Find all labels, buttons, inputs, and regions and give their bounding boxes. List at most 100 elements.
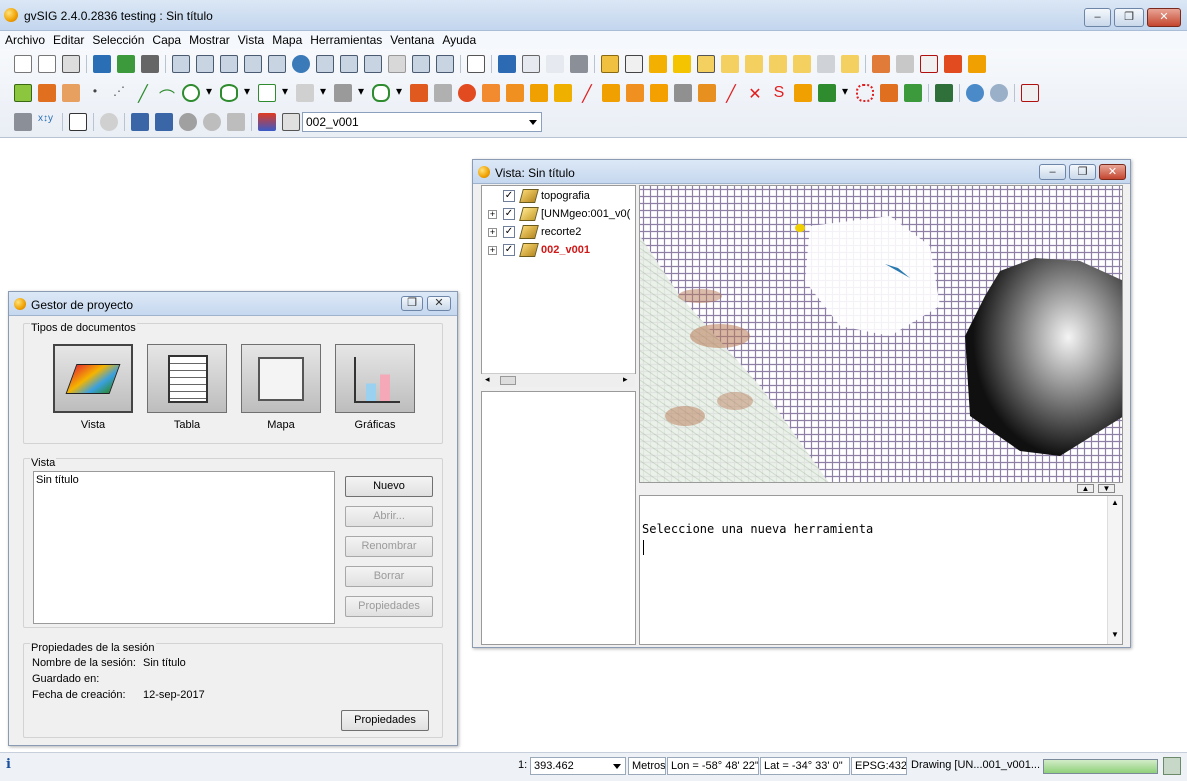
stretch-icon[interactable] [698, 84, 716, 102]
measure-distance-icon[interactable] [546, 55, 564, 73]
zoom-in-icon[interactable] [196, 55, 214, 73]
report-icon[interactable] [1021, 84, 1039, 102]
disabled-image-icon[interactable] [227, 113, 245, 131]
coordinate-tool-icon[interactable] [14, 113, 32, 131]
scroll-right-icon[interactable]: ▸ [623, 374, 628, 385]
refresh-icon[interactable] [179, 113, 197, 131]
layer-visibility-checkbox[interactable]: ✓ [503, 190, 515, 202]
chevron-down-icon[interactable]: ▾ [320, 84, 328, 102]
script-icon[interactable] [69, 113, 87, 131]
menu-capa[interactable]: Capa [147, 31, 184, 48]
minimize-button[interactable]: – [1084, 8, 1111, 27]
join-icon[interactable] [530, 84, 548, 102]
arc-tool-icon[interactable]: ⌒ [158, 84, 176, 107]
chevron-down-icon[interactable]: ▾ [282, 84, 290, 102]
scroll-left-icon[interactable]: ◂ [485, 374, 490, 385]
ellipse-tool-icon[interactable] [220, 84, 238, 102]
doc-type-tabla-button[interactable] [147, 344, 227, 413]
autopolygon-icon[interactable] [856, 84, 874, 102]
scroll-thumb[interactable] [500, 376, 516, 385]
menu-herramientas[interactable]: Herramientas [305, 31, 385, 48]
zoom-center-icon[interactable] [412, 55, 430, 73]
rotate-icon[interactable] [506, 84, 524, 102]
zoom-plus-icon[interactable] [244, 55, 262, 73]
zoom-minus-icon[interactable] [268, 55, 286, 73]
split-icon[interactable] [554, 84, 572, 102]
layers-edit-icon[interactable] [155, 113, 173, 131]
scale-combo[interactable]: 393.462 [530, 757, 626, 775]
map-canvas[interactable] [639, 185, 1123, 483]
zoom-out-icon[interactable] [220, 55, 238, 73]
zoom-full-icon[interactable] [292, 55, 310, 73]
multipoint-tool-icon[interactable]: ⋰ [110, 84, 128, 102]
add-layer-icon[interactable] [117, 55, 135, 73]
document-list[interactable]: Sin título [33, 471, 335, 624]
menu-archivo[interactable]: Archivo [0, 31, 48, 48]
zoom-select-icon[interactable] [316, 55, 334, 73]
hyperlink-icon[interactable] [570, 55, 588, 73]
measure-area-icon[interactable] [522, 55, 540, 73]
line-tool-icon[interactable]: ╱ [134, 84, 152, 103]
delete-geometry-icon[interactable] [62, 84, 80, 102]
doc-type-graficas-button[interactable] [335, 344, 415, 413]
info-icon[interactable]: i [6, 757, 11, 772]
tree-expand-icon[interactable]: + [488, 227, 497, 237]
menu-vista[interactable]: Vista [233, 31, 267, 48]
propiedades-doc-button[interactable]: Propiedades [345, 596, 433, 617]
toc-layer-row-active[interactable]: + ✓ 002_v001 [488, 242, 590, 258]
polyline-tool-icon[interactable] [258, 84, 276, 102]
menu-mostrar[interactable]: Mostrar [184, 31, 233, 48]
select-buffer-icon[interactable] [745, 55, 763, 73]
toc-horizontal-scrollbar[interactable]: ◂ ▸ [482, 373, 635, 387]
menu-seleccion[interactable]: Selección [87, 31, 147, 48]
layer-visibility-checkbox[interactable]: ✓ [503, 208, 515, 220]
project-manager-restore-button[interactable]: ❐ [401, 296, 423, 311]
chevron-down-icon[interactable]: ▾ [396, 84, 404, 102]
view-close-button[interactable]: ✕ [1099, 164, 1126, 180]
rectangle-tool-icon[interactable] [334, 84, 352, 102]
menu-editar[interactable]: Editar [48, 31, 87, 48]
grid-icon[interactable] [818, 84, 836, 102]
chevron-down-icon[interactable]: ▾ [842, 84, 850, 102]
pan-icon[interactable] [172, 55, 190, 73]
layer-list-icon[interactable] [282, 113, 300, 131]
undo-icon[interactable] [872, 55, 890, 73]
database-settings-icon[interactable] [990, 84, 1008, 102]
doc-type-vista-button[interactable] [53, 344, 133, 413]
circle-tool-icon[interactable] [182, 84, 200, 102]
spline-tool-icon[interactable] [372, 84, 390, 102]
renombrar-button[interactable]: Renombrar [345, 536, 433, 557]
scale-icon[interactable] [602, 84, 620, 102]
locator-map[interactable] [481, 391, 636, 645]
copy-icon[interactable] [920, 55, 938, 73]
point-tool-icon[interactable]: • [86, 84, 104, 102]
view-maximize-button[interactable]: ❐ [1069, 164, 1096, 180]
select-circle-icon[interactable] [721, 55, 739, 73]
session-properties-button[interactable]: Propiedades [341, 710, 429, 731]
paste-icon[interactable] [944, 55, 962, 73]
scroll-down-icon[interactable]: ▼ [1111, 630, 1119, 639]
select-by-polygon-icon[interactable] [673, 55, 691, 73]
edit-vertex-icon[interactable] [38, 84, 56, 102]
polygon-tool-icon[interactable] [296, 84, 314, 102]
close-button[interactable]: ✕ [1147, 8, 1181, 27]
toc-layer-row[interactable]: ✓ topografia [488, 188, 590, 204]
copy-geometry-icon[interactable] [650, 84, 668, 102]
explode-icon[interactable] [458, 84, 476, 102]
select-tool-icon[interactable] [697, 55, 715, 73]
splitter-down-icon[interactable]: ▼ [1098, 484, 1115, 493]
menu-ayuda[interactable]: Ayuda [437, 31, 479, 48]
toc-layer-row[interactable]: + ✓ [UNMgeo:001_v0( [488, 206, 630, 222]
layer-tool-icon[interactable] [93, 55, 111, 73]
abrir-button[interactable]: Abrir... [345, 506, 433, 527]
zoom-next-icon[interactable] [388, 55, 406, 73]
open-file-icon[interactable] [38, 55, 56, 73]
layers-stack-icon[interactable] [131, 113, 149, 131]
print-icon[interactable] [62, 55, 80, 73]
snap-icon[interactable] [880, 84, 898, 102]
clear-selection-icon[interactable] [817, 55, 835, 73]
chevron-down-icon[interactable]: ▾ [358, 84, 366, 102]
list-item[interactable]: Sin título [35, 473, 80, 487]
active-layer-combo[interactable]: 002_v001 [302, 112, 542, 132]
smooth-line-icon[interactable]: S [770, 84, 788, 102]
